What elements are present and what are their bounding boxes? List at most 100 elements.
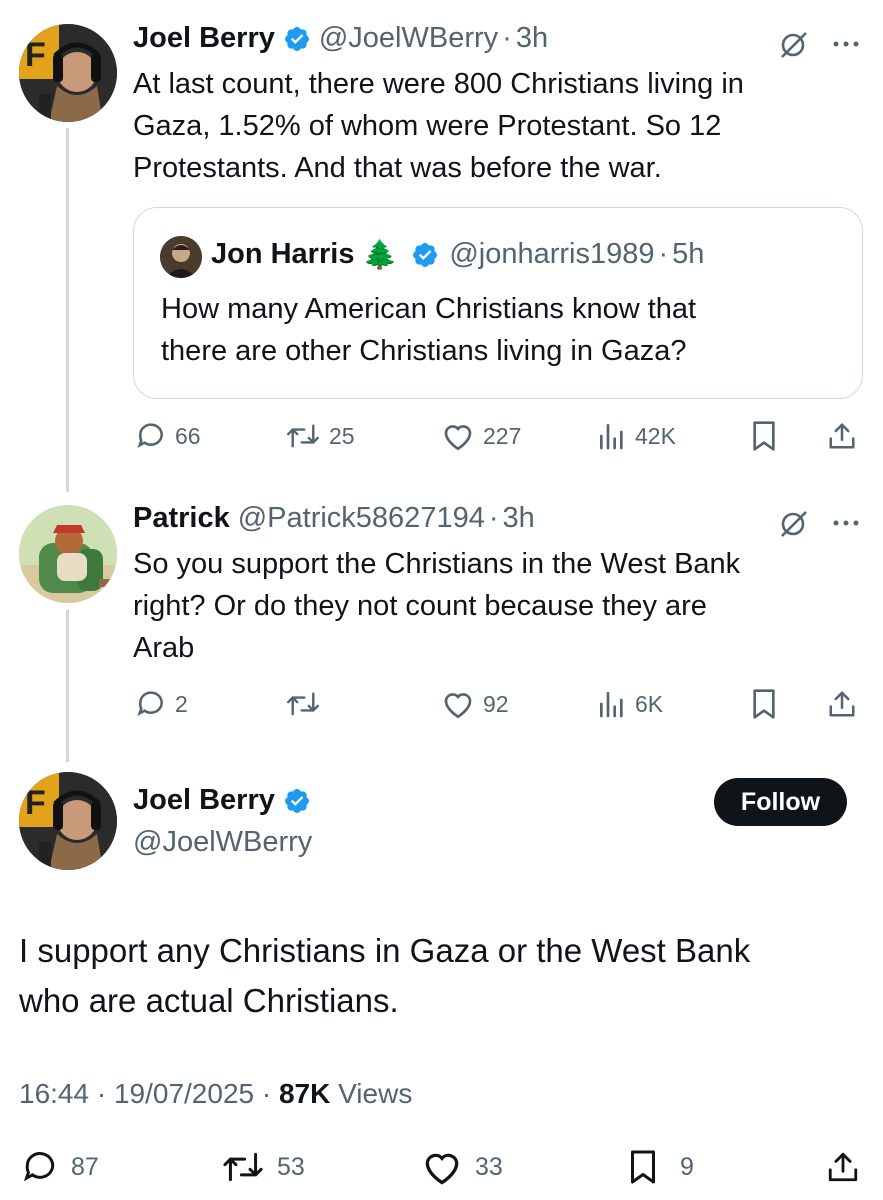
like-icon: [444, 693, 472, 719]
tweet-text-line: I support any Christians in Gaza or the …: [19, 932, 751, 969]
grok-icon[interactable]: [778, 28, 810, 60]
separator: ·: [658, 238, 669, 270]
main-author-header: Joel Berry: [133, 784, 311, 817]
reply-count: 87: [71, 1152, 99, 1181]
tweet-text: So you support the Christians in the Wes…: [133, 543, 740, 669]
reply-button[interactable]: 66: [135, 420, 201, 452]
tweet-text: At last count, there were 800 Christians…: [133, 63, 744, 189]
repost-icon: [223, 1152, 263, 1182]
like-count: 33: [475, 1152, 503, 1181]
tweet-text-line: So you support the Christians in the Wes…: [133, 548, 741, 580]
reply-icon: [23, 1152, 55, 1182]
author-name[interactable]: Joel Berry: [133, 22, 275, 55]
like-count: 92: [483, 690, 509, 717]
more-icon[interactable]: [832, 518, 860, 528]
share-icon: [829, 423, 855, 449]
reply-count: 2: [175, 690, 188, 717]
quote-text-line: How many American Christians know that: [161, 293, 697, 325]
bookmark-button[interactable]: [750, 420, 778, 452]
svg-text:F: F: [25, 784, 46, 822]
like-button[interactable]: 33: [421, 1148, 503, 1186]
verified-badge-icon: [413, 242, 438, 267]
share-button[interactable]: [827, 420, 857, 452]
quote-author-handle: @jonharris1989: [449, 238, 655, 270]
repost-count: 25: [329, 422, 355, 449]
like-icon: [444, 425, 472, 451]
thread-line-2: [66, 610, 69, 762]
tweet-time[interactable]: 3h: [503, 502, 535, 535]
author-handle[interactable]: @Patrick58627194: [238, 502, 485, 535]
views-icon: [600, 692, 623, 718]
views-label: Views: [330, 1078, 413, 1109]
bookmark-icon: [631, 1150, 655, 1184]
like-button[interactable]: 92: [441, 688, 509, 720]
quote-text-line: there are other Christians living in Gaz…: [161, 335, 687, 367]
more-icon[interactable]: [832, 39, 860, 49]
tweet-text-line: Gaza, 1.52% of whom were Protestant. So …: [133, 110, 722, 142]
quote-header: Jon Harris 🌲 @jonharris1989 · 5h: [211, 238, 704, 271]
follow-button[interactable]: Follow: [714, 778, 847, 826]
like-icon: [425, 1153, 459, 1185]
tweet-text-line: Arab: [133, 632, 195, 664]
quote-author-name: Jon Harris: [211, 238, 355, 270]
verified-badge-icon: [284, 26, 309, 51]
tree-emoji: 🌲: [362, 239, 398, 270]
tweet-time[interactable]: 3h: [516, 22, 548, 55]
separator: ·: [488, 502, 499, 534]
bookmark-button[interactable]: 9: [628, 1148, 694, 1186]
repost-icon: [286, 424, 320, 448]
quote-time: 5h: [672, 238, 705, 270]
tweet-text-line: At last count, there were 800 Christians…: [133, 68, 744, 100]
author-name[interactable]: Joel Berry: [133, 784, 275, 817]
avatar[interactable]: [19, 505, 117, 603]
bookmark-icon: [753, 689, 775, 719]
tweet-header: Joel Berry @JoelWBerry · 3h: [133, 22, 548, 55]
grok-icon[interactable]: [778, 507, 810, 539]
like-button[interactable]: 227: [441, 420, 521, 452]
svg-text:F: F: [25, 36, 46, 74]
share-icon: [829, 691, 855, 717]
reply-icon: [137, 423, 163, 448]
views-button[interactable]: 42K: [597, 420, 676, 452]
avatar[interactable]: F: [19, 772, 117, 870]
reply-count: 66: [175, 422, 201, 449]
tweet-text-line: Protestants. And that was before the war…: [133, 152, 662, 184]
quote-avatar[interactable]: [160, 236, 202, 278]
repost-count: 53: [277, 1152, 305, 1181]
reply-button[interactable]: 87: [21, 1148, 99, 1186]
main-tweet-text: I support any Christians in Gaza or the …: [19, 926, 750, 1026]
repost-button[interactable]: 53: [221, 1148, 305, 1186]
tweet-menu: [778, 507, 860, 539]
bookmark-icon: [753, 421, 775, 451]
tweet-text-line: right? Or do they not count because they…: [133, 590, 707, 622]
views-count: 6K: [635, 690, 664, 717]
author-handle[interactable]: @JoelWBerry: [319, 22, 498, 55]
tweet-menu: [778, 28, 860, 60]
share-button[interactable]: [826, 1148, 860, 1186]
separator: ·: [502, 22, 512, 54]
verified-badge-icon: [284, 788, 309, 813]
views-count: 42K: [635, 422, 676, 449]
tweet-header: Patrick @Patrick58627194 · 3h: [133, 502, 535, 535]
bookmark-button[interactable]: [750, 688, 778, 720]
repost-button[interactable]: 25: [285, 420, 355, 452]
share-button[interactable]: [827, 688, 857, 720]
reply-button[interactable]: 2: [135, 688, 188, 720]
tweet-timestamp-row: 16:44 · 19/07/2025 · 87K Views: [19, 1078, 412, 1110]
thread-line-1: [66, 128, 69, 492]
reply-icon: [137, 691, 163, 716]
author-name[interactable]: Patrick: [133, 502, 230, 535]
repost-icon: [286, 692, 320, 716]
quote-text: How many American Christians know that t…: [161, 288, 696, 372]
tweet-timestamp[interactable]: 16:44 · 19/07/2025 ·: [19, 1078, 279, 1109]
views-button[interactable]: 6K: [597, 688, 663, 720]
avatar-image: [19, 505, 117, 603]
avatar-image: F: [19, 772, 117, 870]
avatar[interactable]: F: [19, 24, 117, 122]
avatar-image: F: [19, 24, 117, 122]
share-icon: [828, 1152, 858, 1182]
like-count: 227: [483, 422, 522, 449]
repost-button[interactable]: [285, 688, 329, 720]
views-icon: [600, 424, 623, 450]
author-handle[interactable]: @JoelWBerry: [133, 826, 312, 859]
